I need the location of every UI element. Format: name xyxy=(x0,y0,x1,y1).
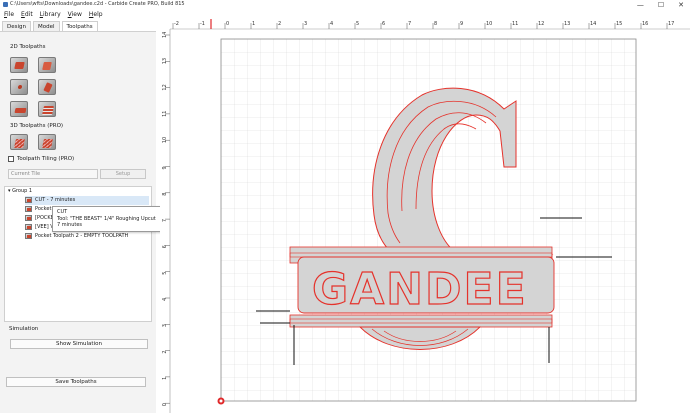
window-title: C:\Users\wfts\Downloads\gandee.c2d - Car… xyxy=(10,1,185,7)
y-ruler-label: 3 xyxy=(162,324,168,327)
x-ruler-label: -1 xyxy=(200,21,205,27)
x-ruler-label: 9 xyxy=(460,21,463,27)
y-ruler-label: 6 xyxy=(162,245,168,248)
drill-toolpath-icon[interactable] xyxy=(10,79,28,95)
x-ruler-label: 13 xyxy=(564,21,570,27)
x-ruler-label: 8 xyxy=(434,21,437,27)
toolpath-tiling-row[interactable]: Toolpath Tiling (PRO) xyxy=(8,156,74,162)
contour-toolpath-icon[interactable] xyxy=(10,57,28,73)
gandee-text: GANDEE xyxy=(312,264,528,315)
x-ruler-label: 5 xyxy=(356,21,359,27)
y-ruler-label: 1 xyxy=(162,377,168,380)
x-ruler-label: 2 xyxy=(278,21,281,27)
toolpath-icon xyxy=(25,214,32,221)
window-controls: — ☐ ✕ xyxy=(637,0,684,10)
3d-roughing-icon[interactable] xyxy=(10,134,28,150)
x-ruler-label: 4 xyxy=(330,21,333,27)
x-ruler-label: 6 xyxy=(382,21,385,27)
tab-design[interactable]: Design xyxy=(2,21,31,31)
y-ruler-label: 0 xyxy=(162,403,168,406)
toolpath-icon xyxy=(25,205,32,212)
menu-library[interactable]: Library xyxy=(40,10,61,19)
lower-band-shape xyxy=(289,314,553,328)
y-ruler-label: 5 xyxy=(162,272,168,275)
menu-help[interactable]: Help xyxy=(89,10,103,19)
app-icon xyxy=(3,2,8,7)
minimize-button[interactable]: — xyxy=(637,0,644,10)
mode-tabs: Design Model Toolpaths xyxy=(0,21,98,31)
menu-file[interactable]: File xyxy=(4,10,14,19)
toolpath-icon xyxy=(25,232,32,239)
3d-finishing-icon[interactable] xyxy=(38,134,56,150)
toolpath-3d-grid xyxy=(10,134,56,150)
tab-toolpaths[interactable]: Toolpaths xyxy=(61,21,98,31)
design-canvas[interactable]: -2-10123456789101112131415161718 1413121… xyxy=(160,19,690,413)
y-ruler-label: 8 xyxy=(162,193,168,196)
x-ruler-label: 1 xyxy=(252,21,255,27)
y-ruler-label: 7 xyxy=(162,219,168,222)
y-ruler-label: 2 xyxy=(162,350,168,353)
x-ruler-label: 10 xyxy=(486,21,492,27)
tab-model[interactable]: Model xyxy=(33,21,60,31)
heading-2d-toolpaths: 2D Toolpaths xyxy=(10,44,46,50)
tree-item-pocket[interactable]: Pocket xyxy=(25,205,51,214)
title-bar: C:\Users\wfts\Downloads\gandee.c2d - Car… xyxy=(0,0,690,10)
heading-3d-toolpaths: 3D Toolpaths (PRO) xyxy=(10,123,64,129)
tree-item-pocket-toolpath-2[interactable]: Pocket Toolpath 2 - EMPTY TOOLPATH xyxy=(25,232,128,241)
x-ruler-label: 7 xyxy=(408,21,411,27)
x-ruler-label: 0 xyxy=(226,21,229,27)
simulation-heading: Simulation xyxy=(9,326,39,332)
show-simulation-button[interactable]: Show Simulation xyxy=(10,339,148,349)
save-toolpaths-button[interactable]: Save Toolpaths xyxy=(6,377,146,387)
toolpath-tooltip: CUT Tool: "THE BEAST" 1/4" Roughing Upcu… xyxy=(52,206,162,232)
y-ruler-label: 9 xyxy=(162,166,168,169)
x-ruler-label: 12 xyxy=(538,21,544,27)
tree-item-vee[interactable]: [VEE] V xyxy=(25,223,54,232)
x-ruler-label: 17 xyxy=(668,21,674,27)
vcarve-toolpath-icon[interactable] xyxy=(38,79,56,95)
close-button[interactable]: ✕ xyxy=(678,0,684,10)
x-ruler-label: -2 xyxy=(174,21,179,27)
x-ruler-label: 16 xyxy=(642,21,648,27)
toolpath-icon xyxy=(25,223,32,230)
texture-toolpath-icon[interactable] xyxy=(38,101,56,117)
y-ruler-label: 4 xyxy=(162,298,168,301)
tiling-setup-button[interactable]: Setup xyxy=(100,169,146,179)
x-ruler-label: 3 xyxy=(304,21,307,27)
tree-item-cut[interactable]: CUT - 7 minutes xyxy=(25,196,149,205)
menu-edit[interactable]: Edit xyxy=(21,10,33,19)
tree-group[interactable]: ▾ Group 1 xyxy=(8,187,32,196)
x-ruler-label: 14 xyxy=(590,21,596,27)
toolpath-tiling-checkbox[interactable] xyxy=(8,156,14,162)
maximize-button[interactable]: ☐ xyxy=(658,0,664,10)
toolpath-2d-grid xyxy=(10,57,56,117)
toolpath-icon xyxy=(25,196,32,203)
horizontal-ruler xyxy=(160,19,690,29)
menu-bar: File Edit Library View Help xyxy=(0,10,160,19)
x-ruler-label: 15 xyxy=(616,21,622,27)
toolpath-tiling-label: Toolpath Tiling (PRO) xyxy=(17,156,75,162)
tile-select[interactable]: Current Tile xyxy=(8,169,98,179)
canvas-svg[interactable]: -2-10123456789101112131415161718 1413121… xyxy=(160,19,690,413)
chamfer-toolpath-icon[interactable] xyxy=(10,101,28,117)
pocket-toolpath-icon[interactable] xyxy=(38,57,56,73)
menu-view[interactable]: View xyxy=(68,10,82,19)
x-ruler-label: 11 xyxy=(512,21,518,27)
